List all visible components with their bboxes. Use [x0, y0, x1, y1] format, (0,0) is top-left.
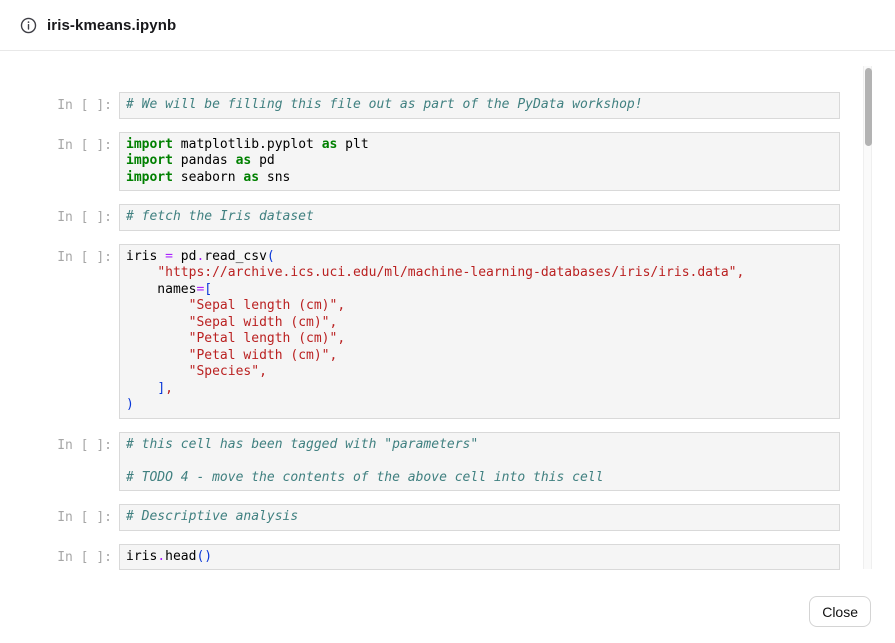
cell-input: # Descriptive analysis [119, 504, 840, 531]
notebook-cell: In [ ]: # Descriptive analysis [0, 504, 840, 531]
notebook-cell: In [ ]: iris.head() [0, 544, 840, 571]
cell-prompt: In [ ]: [0, 544, 112, 571]
cell-input: iris.head() [119, 544, 840, 571]
scrollbar-thumb[interactable] [865, 68, 872, 146]
scrollbar-track[interactable] [863, 66, 872, 569]
notebook-cell: In [ ]: # We will be filling this file ou… [0, 92, 840, 119]
cell-input: import matplotlib.pyplot as pltimport pa… [119, 132, 840, 192]
cell-input: # fetch the Iris dataset [119, 204, 840, 231]
notebook-preview-modal: iris-kmeans.ipynb In [ ]: # We will be fi… [0, 0, 895, 643]
modal-header: iris-kmeans.ipynb [0, 0, 895, 51]
cell-input: # We will be filling this file out as pa… [119, 92, 840, 119]
notebook-cell: In [ ]:# this cell has been tagged with … [0, 432, 840, 492]
cell-prompt: In [ ]: [0, 504, 112, 531]
notebook-cell: In [ ]:import matplotlib.pyplot as pltim… [0, 132, 840, 192]
cell-input: # this cell has been tagged with "parame… [119, 432, 840, 492]
notebook-body: In [ ]: # We will be filling this file ou… [0, 52, 895, 580]
cell-prompt: In [ ]: [0, 432, 112, 492]
cell-prompt: In [ ]: [0, 92, 112, 119]
notebook-cell: In [ ]:iris = pd.read_csv( "https://arch… [0, 244, 840, 419]
close-button[interactable]: Close [809, 596, 871, 627]
file-title: iris-kmeans.ipynb [47, 17, 176, 34]
info-icon [20, 17, 37, 34]
cell-prompt: In [ ]: [0, 204, 112, 231]
notebook-cell: In [ ]: # fetch the Iris dataset [0, 204, 840, 231]
cell-input: iris = pd.read_csv( "https://archive.ics… [119, 244, 840, 419]
cells: In [ ]: # We will be filling this file ou… [0, 92, 840, 570]
cell-prompt: In [ ]: [0, 132, 112, 192]
cell-prompt: In [ ]: [0, 244, 112, 419]
